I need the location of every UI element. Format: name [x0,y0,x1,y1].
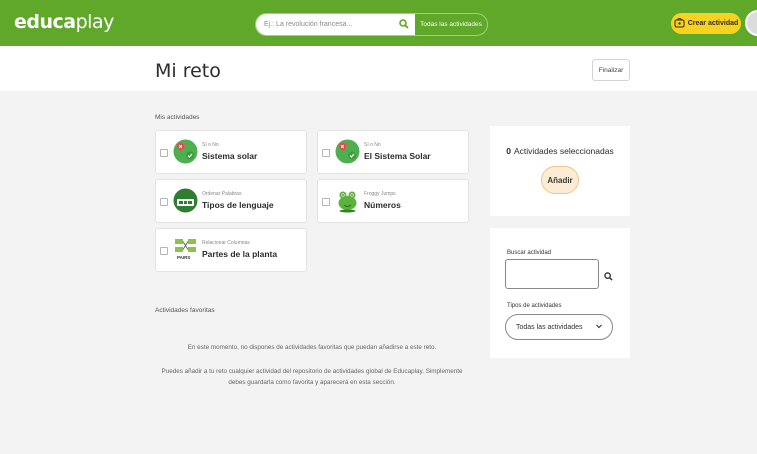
activity-checkbox[interactable] [322,149,330,157]
selection-panel: 0 Actividades seleccionadas Añadir [490,126,630,216]
activity-card[interactable]: Sí o No Sistema solar [155,130,307,174]
activity-type: Froggy Jumps [364,191,396,197]
activity-type: Relacionar Columnas [202,240,250,246]
favorites-help-line-2: debes guardarla como favorita y aparecer… [228,379,396,386]
empty-favorites-message: En este momento, no dispones de activida… [187,344,437,351]
create-activity-button[interactable]: Crear actividad [671,13,741,34]
search-icon[interactable] [604,268,613,286]
yes-no-icon [173,139,198,164]
activity-type: Sí o No [202,142,219,148]
activity-name: Números [364,200,401,210]
match-columns-icon: PAIRS [173,237,198,262]
search-activity-input[interactable] [505,259,599,289]
activity-checkbox[interactable] [160,247,168,255]
add-button[interactable]: Añadir [541,166,579,194]
my-activities-label: Mis actividades [155,114,200,121]
activity-name: Partes de la planta [202,249,278,259]
top-navbar: educaplay Ej.: La revolución francesa...… [0,0,757,46]
activity-card[interactable]: PAIRS Relacionar Columnas Partes de la p… [155,228,307,272]
activity-types-label: Tipos de actividades [507,303,562,309]
search-placeholder: Ej.: La revolución francesa... [264,21,353,28]
activity-card[interactable]: Froggy Jumps Números [317,179,469,223]
search-activity-label: Buscar actividad [507,250,552,256]
activity-type: Sí o No [364,142,381,148]
global-search-input[interactable]: Ej.: La revolución francesa... [256,14,415,35]
activity-name: Sistema solar [202,151,258,161]
search-icon[interactable] [399,19,409,31]
activity-checkbox[interactable] [322,198,330,206]
educaplay-logo[interactable]: educaplay [14,11,114,33]
activity-types-value: Todas las actividades [516,323,583,331]
order-words-icon [173,188,198,213]
activity-card[interactable]: Sí o No El Sistema Solar [317,130,469,174]
activity-checkbox[interactable] [160,198,168,206]
activity-checkbox[interactable] [160,149,168,157]
create-activity-icon [674,17,685,30]
filter-panel: Buscar actividad Tipos de actividades To… [490,228,630,358]
favorites-help-line-1: Puedes añadir a tu reto cualquier activi… [161,368,463,375]
global-search: Ej.: La revolución francesa... Todas las… [255,13,488,36]
selected-count: 0 [506,146,512,156]
chevron-down-icon [595,322,603,332]
selected-count-text: 0 Actividades seleccionadas [506,146,614,156]
activity-type: Ordenar Palabras [202,191,242,197]
yes-no-icon [335,139,360,164]
activity-name: Tipos de lenguaje [202,200,274,210]
finish-button[interactable]: Finalizar [592,59,630,81]
activity-name: El Sistema Solar [364,151,431,161]
favorites-label: Actividades favoritas [155,307,215,314]
thumb-caption: PAIRS [177,255,191,260]
froggy-icon [335,188,360,213]
user-avatar[interactable] [745,10,757,36]
search-scope-selector[interactable]: Todas las actividades [415,14,487,35]
activity-types-select[interactable]: Todas las actividades [505,314,613,340]
page-title: Mi reto [155,60,221,82]
activity-card[interactable]: Ordenar Palabras Tipos de lenguaje [155,179,307,223]
